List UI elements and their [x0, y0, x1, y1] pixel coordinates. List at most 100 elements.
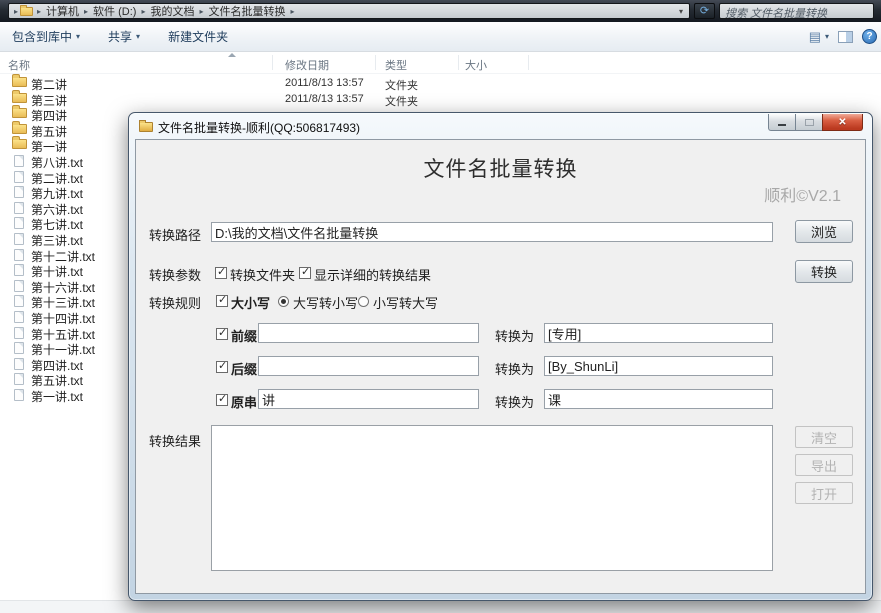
lower-to-upper-label: 小写转大写: [373, 296, 439, 311]
include-in-library-button[interactable]: 包含到库中: [12, 28, 80, 45]
file-date: 2011/8/13 13:57: [285, 77, 364, 89]
refresh-button[interactable]: [694, 3, 715, 19]
prefix-checkbox[interactable]: [216, 326, 228, 340]
column-header-size[interactable]: 大小: [465, 57, 487, 73]
include-in-library-label: 包含到库中: [12, 30, 73, 44]
file-row[interactable]: 第二讲 2011/8/13 13:57 文件夹: [0, 74, 881, 92]
search-input[interactable]: [720, 7, 873, 21]
minimize-icon: [778, 123, 786, 126]
text-file-icon: [14, 201, 24, 214]
breadcrumb-item[interactable]: 文件名批量转换: [204, 4, 289, 18]
breadcrumb-separator-icon: [13, 7, 19, 16]
column-divider: [528, 55, 529, 70]
list-view-icon: [809, 29, 821, 45]
clear-button[interactable]: 清空: [795, 426, 853, 448]
folder-icon: [12, 136, 27, 150]
column-header-type[interactable]: 类型: [385, 57, 407, 73]
params-label: 转换参数: [149, 268, 202, 283]
suffix-input[interactable]: [258, 356, 479, 376]
sort-ascending-icon: [228, 53, 236, 57]
result-label: 转换结果: [149, 434, 202, 449]
original-convert-to-label: 转换为: [495, 395, 535, 410]
maximize-button[interactable]: [795, 114, 823, 131]
text-file-icon: [14, 279, 24, 292]
breadcrumb-item[interactable]: 计算机: [42, 4, 83, 18]
folder-icon: [12, 89, 27, 103]
details-pane-edge: [0, 600, 881, 613]
lower-to-upper-radio[interactable]: [358, 296, 369, 307]
chevron-down-icon: [136, 32, 140, 41]
breadcrumb-item[interactable]: 软件 (D:): [89, 4, 140, 18]
upper-to-lower-radio[interactable]: [278, 296, 289, 307]
new-folder-button[interactable]: 新建文件夹: [168, 28, 228, 45]
file-name: 第一讲.txt: [31, 389, 84, 404]
path-input[interactable]: [211, 222, 773, 242]
text-file-icon: [14, 217, 24, 230]
close-button[interactable]: [822, 114, 863, 131]
text-file-icon: [14, 357, 24, 370]
text-file-icon: [14, 342, 24, 355]
text-file-icon: [14, 248, 24, 261]
folder-icon: [12, 120, 27, 134]
text-file-icon: [14, 373, 24, 386]
convert-button[interactable]: 转换: [795, 260, 853, 283]
close-icon: [838, 117, 846, 128]
dialog-window: 文件名批量转换-顺利(QQ:506817493) 文件名批量转换 顺利©V2.1…: [128, 112, 873, 601]
explorer-toolbar: 包含到库中 共享 新建文件夹: [0, 22, 881, 52]
original-input[interactable]: [258, 389, 479, 409]
rules-label: 转换规则: [149, 296, 202, 311]
dialog-content: 文件名批量转换 顺利©V2.1 转换路径 浏览 转换参数 转换文件夹 显示详细的…: [135, 139, 866, 594]
convert-folder-label: 转换文件夹: [230, 268, 296, 283]
show-detail-checkbox[interactable]: [299, 265, 311, 279]
file-row[interactable]: 第三讲 2011/8/13 13:57 文件夹: [0, 89, 881, 108]
open-button[interactable]: 打开: [795, 482, 853, 504]
prefix-input[interactable]: [258, 323, 479, 343]
folder-icon: [12, 74, 27, 87]
share-button[interactable]: 共享: [108, 28, 140, 45]
result-textarea[interactable]: [211, 425, 773, 571]
suffix-to-input[interactable]: [544, 356, 773, 376]
suffix-checkbox[interactable]: [216, 359, 228, 373]
text-file-icon: [14, 264, 24, 277]
version-label: 顺利©V2.1: [764, 188, 841, 205]
window-top-chrome: 计算机 软件 (D:) 我的文档 文件名批量转换: [0, 0, 881, 22]
text-file-icon: [14, 388, 24, 401]
export-button[interactable]: 导出: [795, 454, 853, 476]
show-detail-label: 显示详细的转换结果: [314, 268, 432, 283]
text-file-icon: [14, 295, 24, 308]
dialog-title-bar[interactable]: 文件名批量转换-顺利(QQ:506817493): [139, 118, 360, 136]
preview-pane-button[interactable]: [838, 30, 853, 43]
text-file-icon: [14, 186, 24, 199]
new-folder-label: 新建文件夹: [168, 30, 229, 44]
text-file-icon: [14, 310, 24, 323]
suffix-label: 后缀: [231, 362, 258, 377]
breadcrumb-item[interactable]: 我的文档: [146, 4, 198, 18]
address-folder-icon: [20, 4, 34, 16]
convert-folder-checkbox[interactable]: [215, 265, 227, 279]
text-file-icon: [14, 154, 24, 167]
view-options-button[interactable]: [809, 29, 829, 45]
case-checkbox[interactable]: [216, 293, 228, 307]
share-label: 共享: [108, 30, 133, 44]
column-header-date-modified[interactable]: 修改日期: [285, 57, 329, 73]
prefix-to-input[interactable]: [544, 323, 773, 343]
case-label: 大小写: [231, 296, 271, 311]
column-divider: [458, 55, 459, 70]
search-box[interactable]: [719, 3, 874, 21]
help-button[interactable]: [862, 29, 877, 44]
app-icon: [139, 120, 153, 132]
browse-button[interactable]: 浏览: [795, 220, 853, 243]
address-bar[interactable]: 计算机 软件 (D:) 我的文档 文件名批量转换: [8, 3, 690, 19]
column-header-name[interactable]: 名称: [8, 57, 30, 73]
original-checkbox[interactable]: [216, 392, 228, 406]
column-header-row: 名称 修改日期 类型 大小: [0, 52, 881, 74]
original-to-input[interactable]: [544, 389, 773, 409]
text-file-icon: [14, 326, 24, 339]
maximize-icon: [804, 118, 814, 126]
explorer-window: 计算机 软件 (D:) 我的文档 文件名批量转换 包含到库中 共享: [0, 0, 881, 613]
path-label: 转换路径: [149, 228, 202, 243]
address-dropdown-icon[interactable]: [677, 7, 685, 16]
text-file-icon: [14, 232, 24, 245]
upper-to-lower-label: 大写转小写: [293, 296, 359, 311]
minimize-button[interactable]: [768, 114, 796, 131]
